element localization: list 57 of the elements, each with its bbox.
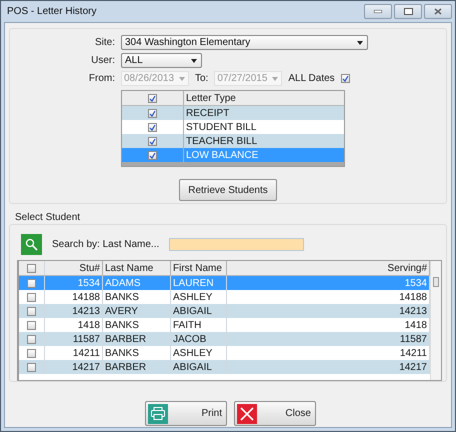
all-dates-label: ALL Dates: [288, 73, 335, 84]
table-cell-text: STUDENT BILL: [185, 120, 258, 134]
checkbox[interactable]: [340, 74, 350, 83]
close-icon: [434, 8, 442, 15]
table-cell: BARBER: [103, 360, 171, 374]
column-header[interactable]: Last Name: [103, 261, 171, 275]
search-label: Search by: Last Name...: [52, 238, 160, 250]
table-row[interactable]: 14213 AVERY ABIGAIL 14213: [19, 304, 430, 318]
user-dropdown[interactable]: ALL: [121, 53, 202, 68]
caret-icon: [191, 58, 197, 62]
checkbox[interactable]: [27, 264, 36, 272]
table-row[interactable]: TEACHER BILL: [122, 134, 344, 148]
table-row[interactable]: RECEIPT: [122, 106, 344, 120]
column-header[interactable]: Stu#: [45, 261, 103, 275]
caret-icon: [357, 40, 363, 44]
checkbox[interactable]: [27, 320, 36, 330]
checkbox[interactable]: [148, 122, 157, 132]
maximize-icon: [404, 8, 412, 15]
table-cell-text: TEACHER BILL: [185, 134, 258, 148]
close-button[interactable]: [424, 4, 452, 19]
table-cell: 14217: [45, 360, 103, 374]
table-cell: ABIGAIL: [171, 360, 227, 374]
site-dropdown[interactable]: 304 Washington Elementary: [121, 35, 368, 50]
table-row[interactable]: 11587 BARBER JACOB 11587: [19, 332, 430, 346]
search-field[interactable]: [169, 238, 304, 250]
minimize-button[interactable]: [364, 4, 392, 19]
search-icon[interactable]: [21, 234, 42, 254]
column-header[interactable]: First Name: [171, 261, 227, 275]
checkbox[interactable]: [27, 348, 36, 358]
checkbox[interactable]: [148, 150, 157, 160]
maximize-button[interactable]: [394, 4, 422, 19]
retrieve-students-button[interactable]: Retrieve Students: [179, 179, 277, 201]
window-title: POS - Letter History: [7, 6, 96, 17]
table-row[interactable]: 14217 BARBER ABIGAIL 14217: [19, 360, 430, 374]
caret-icon: [179, 76, 185, 80]
group-title: Select Student: [15, 212, 82, 223]
scrollbar[interactable]: [430, 261, 441, 380]
printer-icon: [148, 404, 168, 424]
checkbox[interactable]: [27, 292, 36, 302]
site-label: Site:: [94, 37, 115, 48]
checkbox[interactable]: [27, 278, 36, 288]
to-label: To:: [195, 73, 208, 84]
checkbox[interactable]: [27, 362, 36, 372]
from-label: From:: [88, 73, 115, 84]
print-button[interactable]: Print: [145, 401, 227, 426]
close-icon: [237, 404, 257, 424]
caret-icon: [272, 76, 278, 80]
user-label: User:: [90, 55, 115, 66]
checkbox[interactable]: [148, 94, 157, 102]
checkbox[interactable]: [27, 334, 36, 344]
table-cell-text: RECEIPT: [185, 106, 230, 120]
close-button[interactable]: Close: [234, 401, 316, 426]
table-cell-text: LOW BALANCE: [185, 148, 260, 162]
checkbox[interactable]: [148, 108, 157, 118]
checkbox[interactable]: [27, 306, 36, 316]
checkbox[interactable]: [148, 136, 157, 146]
minimize-icon: [374, 10, 382, 13]
